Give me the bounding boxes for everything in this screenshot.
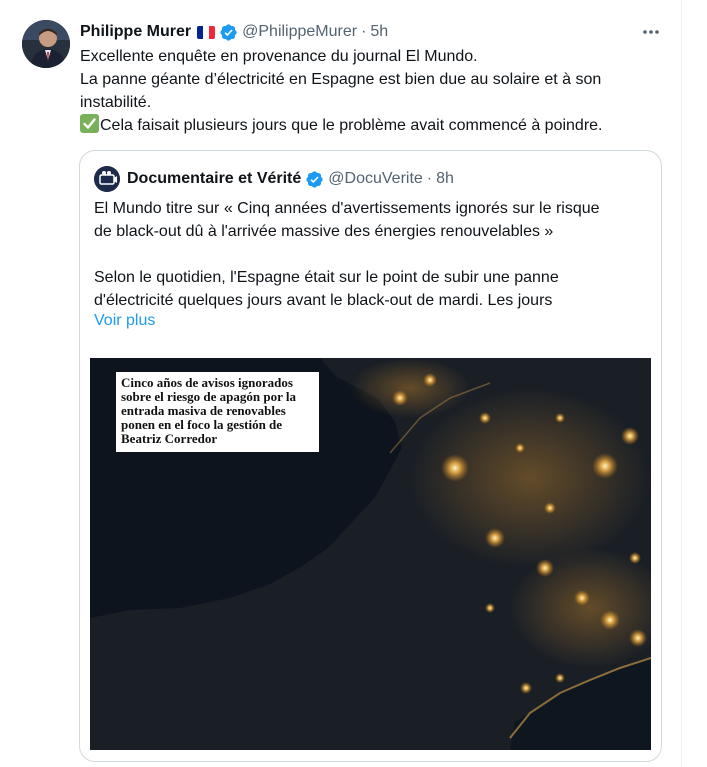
show-more-link[interactable]: Voir plus xyxy=(94,309,155,332)
tweet-header: Philippe Murer @PhilippeMurer · 5h xyxy=(80,20,388,44)
tweet-text-emoji-line: Cela faisait plusieurs jours que le prob… xyxy=(100,117,603,134)
tweet-text-line: instabilité. xyxy=(80,94,152,111)
quoted-tweet-text: El Mundo titre sur « Cinq années d'avert… xyxy=(94,197,649,312)
check-mark-emoji-icon xyxy=(80,114,99,133)
quoted-media-image[interactable]: Cinco años de avisos ignorados sobre el … xyxy=(90,358,651,750)
author-name[interactable]: Philippe Murer xyxy=(80,23,191,41)
separator-dot: · xyxy=(361,23,367,40)
tweet-text-line: La panne géante d’électricité en Espagne… xyxy=(80,71,602,88)
quoted-tweet-header: Documentaire et Vérité @DocuVerite · 8h xyxy=(127,167,454,191)
tweet-text-line: Excellente enquête en provenance du jour… xyxy=(80,48,478,65)
france-flag-icon xyxy=(197,25,216,39)
tweet-text: Excellente enquête en provenance du jour… xyxy=(80,45,670,137)
tweet-text-line-with-emoji: Cela faisait plusieurs jours que le prob… xyxy=(80,114,670,137)
author-handle[interactable]: @PhilippeMurer xyxy=(242,23,357,41)
verified-badge-icon[interactable] xyxy=(305,170,324,189)
quoted-tweet[interactable]: Documentaire et Vérité @DocuVerite · 8h … xyxy=(79,150,662,762)
headline-line: Beatriz Corredor xyxy=(121,431,218,446)
quoted-author-avatar[interactable] xyxy=(94,166,120,192)
newspaper-headline: Cinco años de avisos ignorados sobre el … xyxy=(116,372,319,452)
author-avatar[interactable] xyxy=(22,20,70,68)
verified-badge-icon[interactable] xyxy=(219,23,238,42)
headline-line: entrada masiva de renovables xyxy=(121,403,286,418)
quoted-text-line: d'électricité quelques jours avant le bl… xyxy=(94,292,553,309)
tweet[interactable]: Philippe Murer @PhilippeMurer · 5h Excel… xyxy=(0,0,681,767)
more-options-icon[interactable] xyxy=(638,22,664,42)
quoted-text-line: Selon le quotidien, l'Espagne était sur … xyxy=(94,269,559,286)
quoted-text-line: El Mundo titre sur « Cinq années d'avert… xyxy=(94,200,600,217)
quoted-tweet-timestamp[interactable]: 8h xyxy=(436,170,454,188)
quoted-author-name[interactable]: Documentaire et Vérité xyxy=(127,170,301,188)
headline-line: ponen en el foco la gestión de xyxy=(121,417,283,432)
separator-dot: · xyxy=(426,170,433,187)
timeline-column-divider xyxy=(681,0,682,767)
headline-line: sobre el riesgo de apagón por la xyxy=(121,389,297,404)
quoted-text-line: de black-out dû à l'arrivée massive des … xyxy=(94,223,554,240)
headline-line: Cinco años de avisos ignorados xyxy=(121,375,293,390)
tweet-timestamp[interactable]: 5h xyxy=(370,23,388,41)
quoted-author-handle[interactable]: @DocuVerite xyxy=(328,170,423,188)
